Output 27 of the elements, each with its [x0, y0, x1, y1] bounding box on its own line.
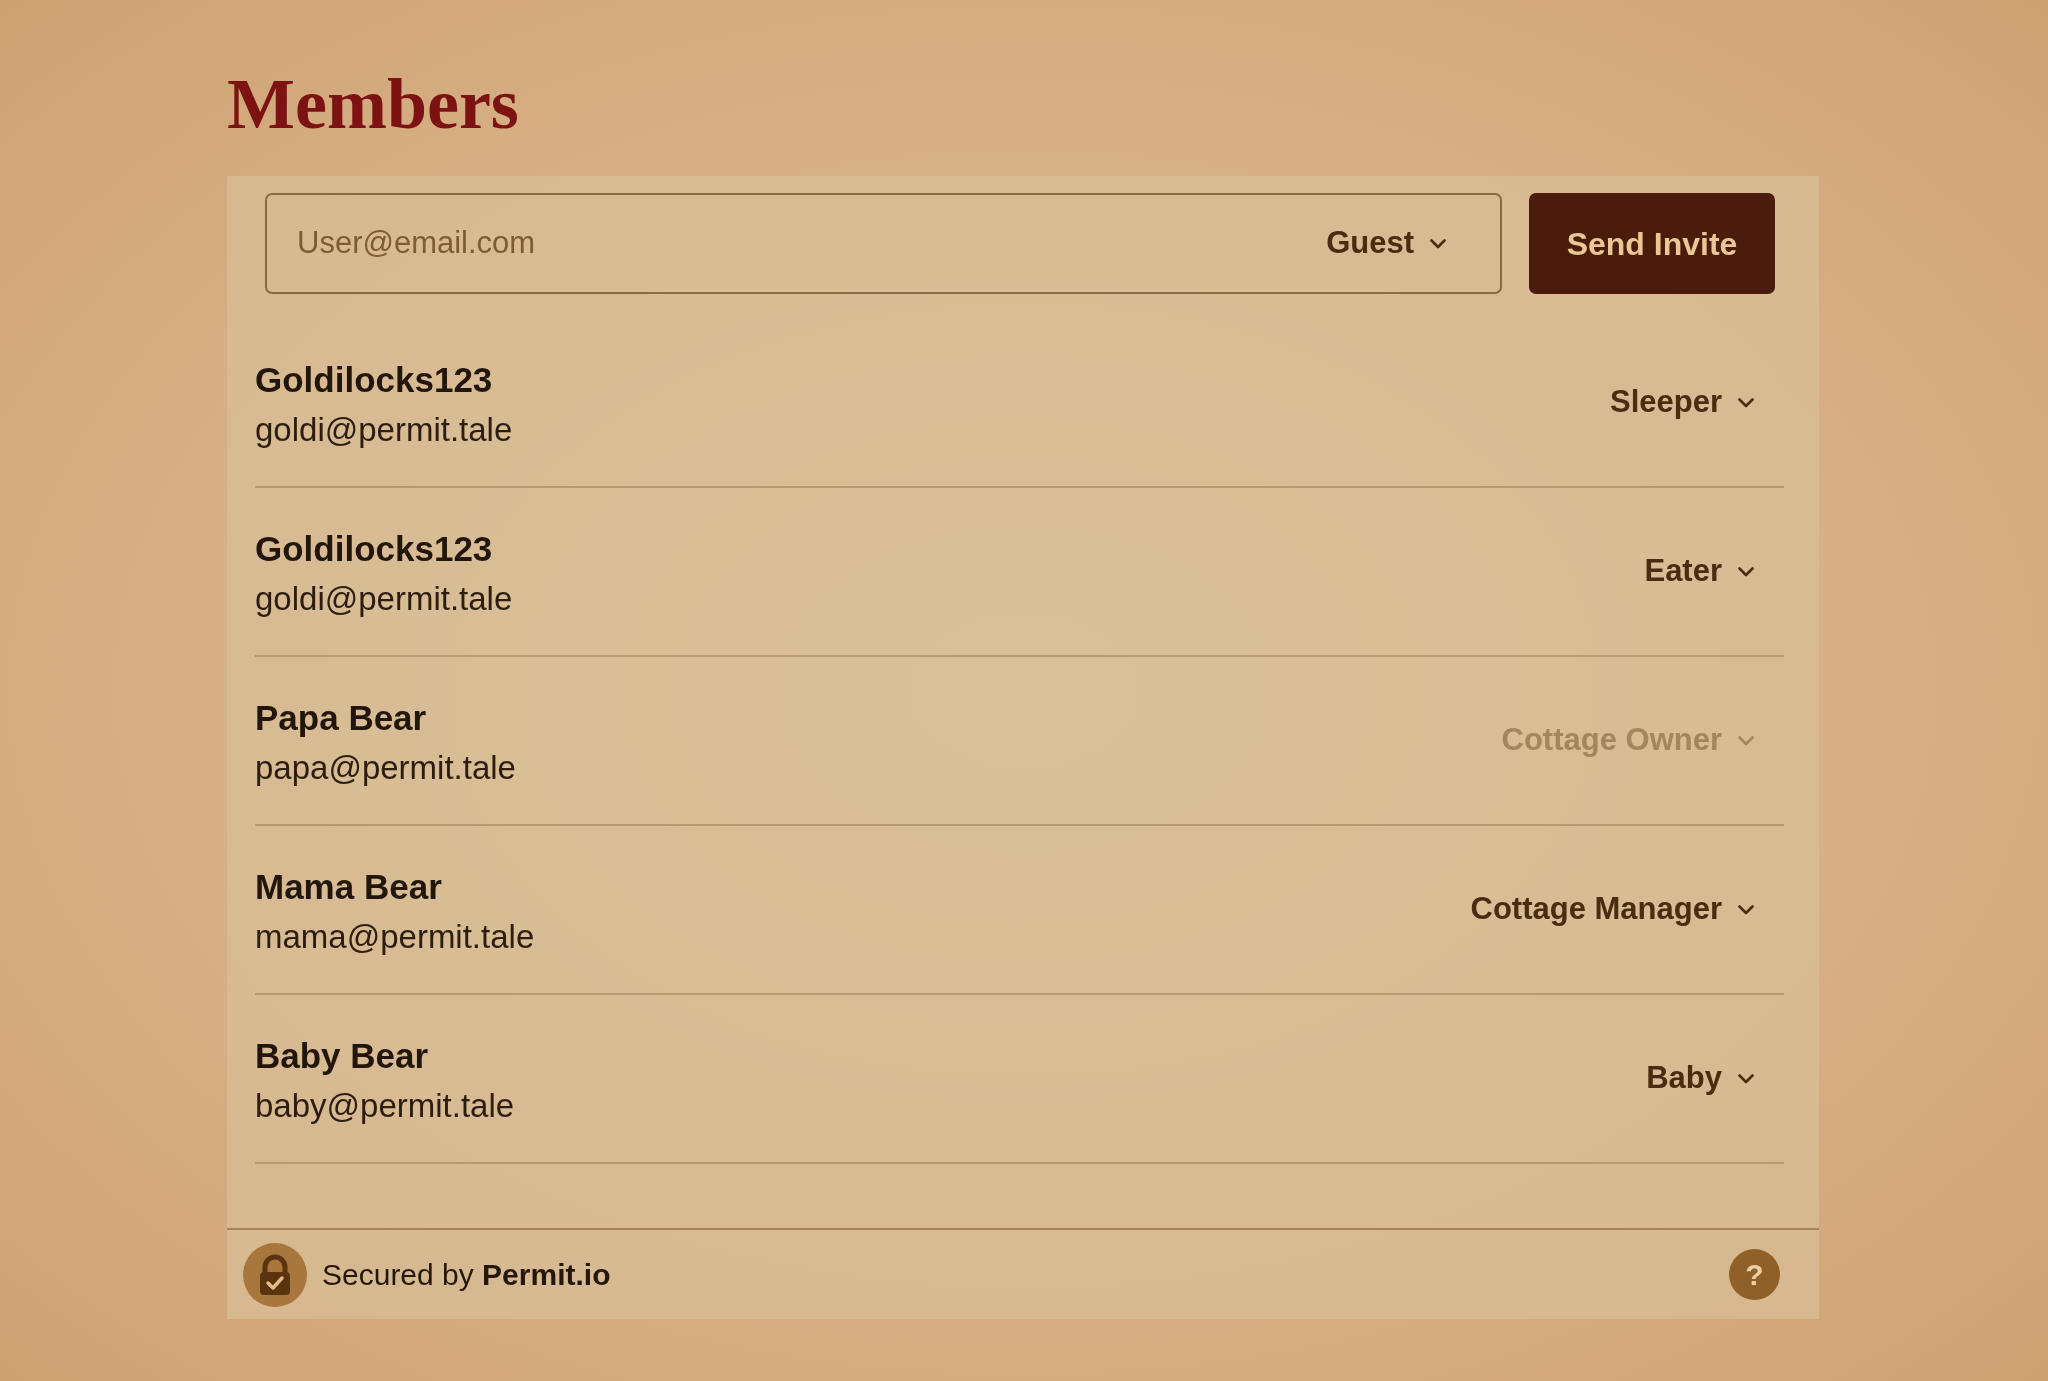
member-email: papa@permit.tale: [255, 747, 516, 788]
email-field[interactable]: User@email.com Guest: [265, 193, 1502, 294]
member-name: Mama Bear: [255, 865, 443, 908]
member-name: Goldilocks123: [255, 527, 494, 570]
member-name: Papa Bear: [255, 696, 428, 739]
chevron-down-icon: [1430, 238, 1446, 249]
lock-check-icon: [243, 1242, 307, 1307]
member-name: Goldilocks123: [255, 358, 494, 401]
role-dropdown[interactable]: Baby: [1646, 1055, 1754, 1102]
chevron-down-icon: [1738, 735, 1754, 746]
secured-by-text: Secured by Permit.io: [322, 1257, 611, 1293]
help-button[interactable]: ?: [1729, 1249, 1780, 1300]
member-name: Baby Bear: [255, 1034, 430, 1077]
chevron-down-icon: [1738, 397, 1754, 408]
send-invite-button[interactable]: Send Invite: [1529, 193, 1775, 294]
chevron-down-icon: [1738, 904, 1754, 915]
member-email: mama@permit.tale: [255, 916, 535, 957]
member-email: goldi@permit.tale: [255, 578, 513, 619]
member-email: goldi@permit.tale: [255, 409, 513, 450]
role-dropdown[interactable]: Eater: [1644, 548, 1754, 595]
role-dropdown[interactable]: Cottage Manager: [1470, 886, 1754, 933]
role-dropdown[interactable]: Sleeper: [1610, 379, 1754, 426]
role-dropdown[interactable]: Guest: [1326, 220, 1446, 267]
member-email: baby@permit.tale: [255, 1085, 515, 1126]
chevron-down-icon: [1738, 566, 1754, 577]
chevron-down-icon: [1738, 1073, 1754, 1084]
page-title: Members: [227, 63, 519, 146]
